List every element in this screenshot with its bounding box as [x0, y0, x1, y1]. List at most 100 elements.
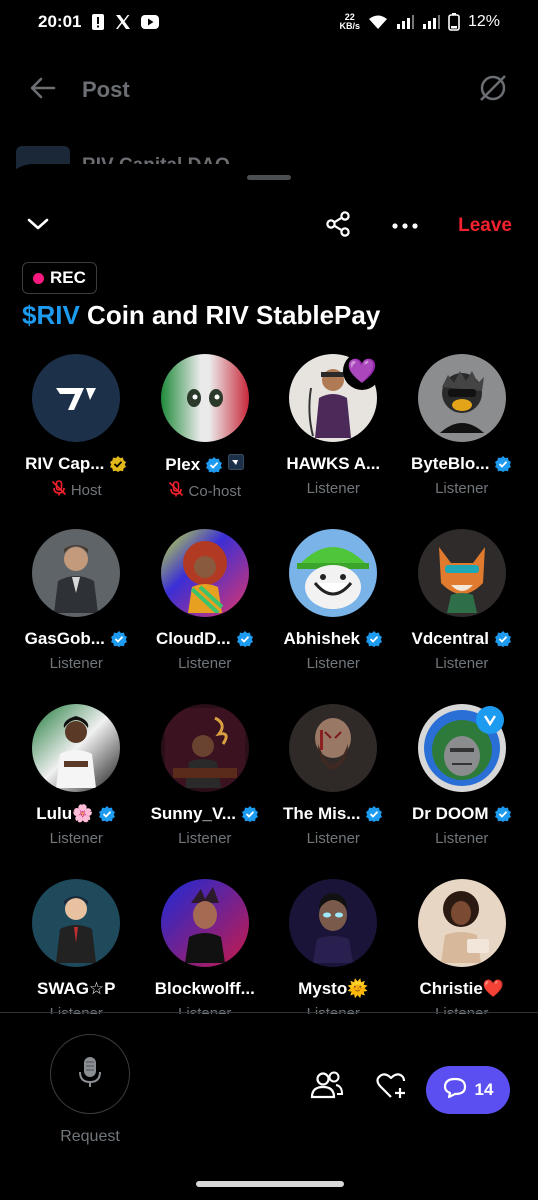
- participant-card[interactable]: RIV Cap... Host: [12, 354, 141, 529]
- participant-role: Listener: [178, 830, 232, 847]
- blue-verified-icon: [241, 805, 259, 823]
- participant-card[interactable]: Abhishek Listener: [269, 529, 398, 704]
- minimize-chevron-icon[interactable]: [26, 216, 50, 237]
- blue-verified-icon: [494, 630, 512, 648]
- participant-name: The Mis...: [283, 804, 361, 823]
- participant-card[interactable]: ByteBlo... Listener: [398, 354, 527, 529]
- avatar[interactable]: [417, 529, 506, 617]
- avatar[interactable]: [160, 529, 249, 617]
- participant-role: Listener: [178, 655, 232, 672]
- participant-name: RIV Cap...: [25, 454, 105, 473]
- participant-card[interactable]: SWAG☆P Listener: [12, 879, 141, 1014]
- participant-card[interactable]: Plex Co-host: [141, 354, 270, 529]
- participant-role: Listener: [49, 655, 103, 672]
- participant-role: Listener: [435, 655, 489, 672]
- x-logo-icon: [115, 14, 131, 30]
- participant-card[interactable]: Lulu🌸 Listener: [12, 704, 141, 879]
- participant-role: Listener: [306, 480, 360, 497]
- participant-name: GasGob...: [24, 629, 105, 648]
- participant-name: HAWKS A...: [286, 454, 381, 473]
- blue-verified-icon: [365, 630, 383, 648]
- participant-name: Plex: [165, 454, 201, 474]
- mic-muted-icon: [51, 480, 67, 500]
- participant-name: Lulu🌸: [36, 804, 94, 823]
- status-badge-icon: [475, 706, 504, 734]
- affiliate-badge-icon: [228, 454, 245, 475]
- participants-icon[interactable]: [310, 1070, 344, 1105]
- avatar[interactable]: [160, 879, 249, 967]
- blue-verified-icon: [365, 805, 383, 823]
- alert-icon: [91, 13, 105, 31]
- mic-muted-icon: [168, 481, 184, 501]
- net-speed-unit: KB/s: [339, 21, 360, 31]
- rec-dot-icon: [33, 272, 44, 284]
- avatar[interactable]: [289, 529, 378, 617]
- bottom-divider: [0, 1012, 538, 1013]
- blue-verified-icon: [205, 456, 223, 474]
- space-title-cashtag[interactable]: $RIV: [22, 300, 80, 330]
- heart-add-icon[interactable]: [376, 1072, 408, 1105]
- avatar[interactable]: [417, 879, 506, 967]
- home-indicator[interactable]: [196, 1181, 344, 1187]
- avatar[interactable]: 💜: [289, 354, 382, 442]
- blue-verified-icon: [98, 805, 116, 823]
- leave-button[interactable]: Leave: [458, 215, 512, 237]
- avatar[interactable]: [160, 354, 249, 442]
- avatar[interactable]: [32, 704, 121, 792]
- blue-verified-icon: [494, 805, 512, 823]
- post-title: Post: [82, 77, 130, 102]
- participant-role: Listener: [306, 655, 360, 672]
- participant-card[interactable]: Vdcentral Listener: [398, 529, 527, 704]
- participant-name: Vdcentral: [411, 629, 489, 648]
- participant-role: Listener: [435, 830, 489, 847]
- participant-card[interactable]: 💜 HAWKS A... Listener: [269, 354, 398, 529]
- participant-card[interactable]: Mysto🌞 Listener: [269, 879, 398, 1014]
- battery-icon: [448, 13, 460, 31]
- request-mic-button[interactable]: [50, 1034, 130, 1114]
- participant-card[interactable]: GasGob... Listener: [12, 529, 141, 704]
- participant-role: Listener: [49, 830, 103, 847]
- avatar[interactable]: [32, 879, 121, 967]
- signal-icon-2: [422, 15, 440, 29]
- space-title-text: Coin and RIV StablePay: [79, 300, 381, 330]
- participant-card[interactable]: Blockwolff... Listener: [141, 879, 270, 1014]
- battery-percent: 12%: [467, 13, 500, 30]
- share-icon[interactable]: [324, 210, 352, 243]
- gold-verified-icon: [109, 455, 127, 473]
- participant-role: Co-host: [188, 482, 242, 500]
- participant-card[interactable]: The Mis... Listener: [269, 704, 398, 879]
- participant-name: Christie❤️: [419, 979, 504, 998]
- grok-icon[interactable]: [478, 73, 508, 108]
- participant-card[interactable]: Sunny_V... Listener: [141, 704, 270, 879]
- participant-card[interactable]: CloudD... Listener: [141, 529, 270, 704]
- avatar[interactable]: [417, 704, 506, 792]
- sheet-grabber[interactable]: [247, 175, 291, 180]
- microphone-icon: [78, 1056, 102, 1093]
- blue-verified-icon: [494, 455, 512, 473]
- avatar[interactable]: [32, 354, 121, 442]
- space-toolbar: Leave: [0, 204, 538, 248]
- avatar[interactable]: [417, 354, 506, 442]
- chat-bubble-icon: [443, 1077, 467, 1104]
- chat-button[interactable]: 14: [426, 1066, 510, 1114]
- space-title: $RIV Coin and RIV StablePay: [22, 300, 380, 331]
- youtube-icon: [141, 15, 160, 29]
- participant-card[interactable]: Christie❤️ Listener: [398, 879, 527, 1014]
- wifi-icon: [368, 14, 388, 30]
- participant-card[interactable]: Dr DOOM Listener: [398, 704, 527, 879]
- participant-name: Blockwolff...: [154, 979, 255, 998]
- avatar[interactable]: [289, 879, 378, 967]
- participant-role: Listener: [435, 480, 489, 497]
- avatar[interactable]: [289, 704, 378, 792]
- recording-badge: REC: [22, 262, 97, 294]
- signal-icon: [396, 15, 414, 29]
- space-sheet: Leave REC $RIV Coin and RIV StablePay RI…: [0, 164, 538, 1200]
- more-options-icon[interactable]: [392, 217, 418, 235]
- participant-name: Abhishek: [283, 629, 361, 648]
- avatar[interactable]: [32, 529, 121, 617]
- avatar[interactable]: [160, 704, 249, 792]
- participant-name: CloudD...: [155, 629, 231, 648]
- back-arrow-icon[interactable]: [30, 77, 56, 104]
- status-bar: 20:01 22 KB/s 12%: [0, 0, 538, 44]
- participant-name: SWAG☆P: [36, 979, 116, 998]
